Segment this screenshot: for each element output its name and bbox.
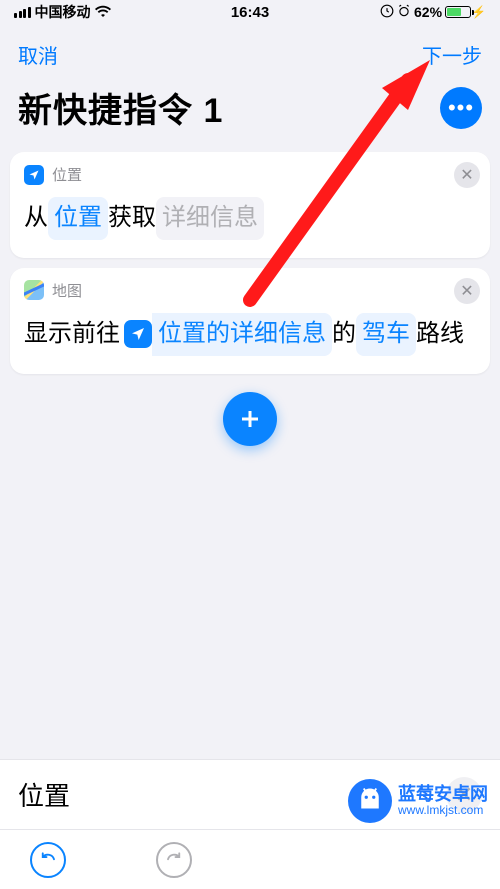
watermark-icon [348, 779, 392, 823]
cancel-button[interactable]: 取消 [18, 40, 58, 69]
param-location-detail[interactable]: 位置的详细信息 [152, 313, 332, 356]
watermark-line1: 蓝莓安卓网 [398, 785, 488, 805]
param-location[interactable]: 位置 [48, 197, 108, 240]
card-header-label: 地图 [52, 280, 82, 301]
undo-button[interactable] [30, 842, 66, 878]
alarm-icon [397, 4, 411, 21]
text: 路线 [416, 314, 464, 355]
status-right: 62% ⚡ [380, 4, 486, 21]
page-title: 新快捷指令 1 [18, 83, 223, 132]
card-header-label: 位置 [52, 164, 82, 185]
param-transport[interactable]: 驾车 [356, 313, 416, 356]
status-bar: 中国移动 16:43 62% ⚡ [0, 0, 500, 22]
battery-icon [445, 6, 471, 18]
bottom-toolbar [0, 829, 500, 889]
add-action-button[interactable] [223, 392, 277, 446]
maps-icon [24, 280, 44, 300]
undo-icon [39, 851, 57, 869]
status-left: 中国移动 [14, 2, 111, 22]
header-nav: 取消 下一步 [0, 22, 500, 79]
text: 获取 [108, 198, 156, 239]
card-body: 显示前往 位置的详细信息 的 驾车 路线 [24, 313, 476, 356]
status-time: 16:43 [231, 4, 269, 21]
param-detail[interactable]: 详细信息 [156, 197, 264, 240]
next-button[interactable]: 下一步 [422, 40, 482, 69]
card-header: 位置 [24, 164, 476, 185]
more-button[interactable]: ••• [440, 87, 482, 129]
card-body: 从 位置 获取 详细信息 [24, 197, 476, 240]
ellipsis-icon: ••• [448, 97, 474, 119]
battery-pct: 62% [414, 4, 442, 20]
watermark: 蓝莓安卓网 www.lmkjst.com [342, 775, 494, 827]
remove-action-button[interactable]: ✕ [454, 278, 480, 304]
plus-icon [238, 407, 262, 431]
watermark-line2: www.lmkjst.com [398, 804, 488, 817]
action-card-maps: ✕ 地图 显示前往 位置的详细信息 的 驾车 路线 [10, 268, 490, 374]
rotation-lock-icon [380, 4, 394, 21]
title-row: 新快捷指令 1 ••• [0, 79, 500, 142]
signal-icon [14, 7, 31, 18]
search-label: 位置 [18, 776, 70, 813]
redo-icon [165, 851, 183, 869]
card-header: 地图 [24, 280, 476, 301]
redo-button[interactable] [156, 842, 192, 878]
wifi-icon [95, 4, 111, 20]
action-card-location: ✕ 位置 从 位置 获取 详细信息 [10, 152, 490, 258]
text: 从 [24, 198, 48, 239]
remove-action-button[interactable]: ✕ [454, 162, 480, 188]
text: 的 [332, 314, 356, 355]
text: 显示前往 [24, 314, 120, 355]
watermark-text: 蓝莓安卓网 www.lmkjst.com [398, 785, 488, 818]
location-icon [24, 165, 44, 185]
carrier-label: 中国移动 [35, 2, 91, 22]
location-icon [124, 320, 152, 348]
